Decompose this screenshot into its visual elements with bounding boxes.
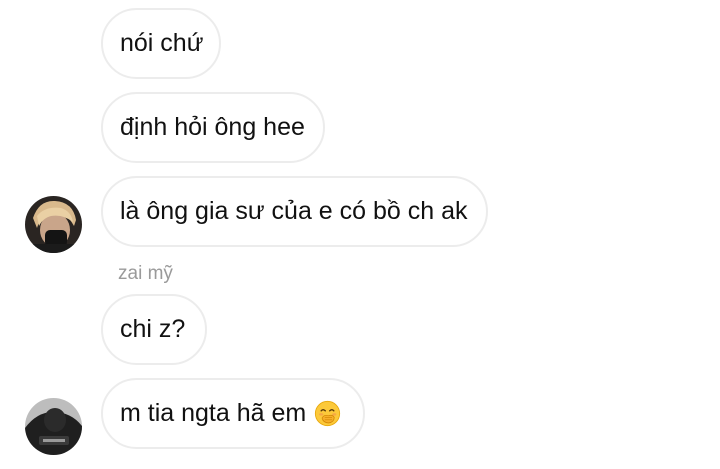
sender-name: zai mỹ (118, 263, 173, 284)
message-bubble[interactable]: định hỏi ông hee (101, 92, 325, 163)
message-text: m tia ngta hã em (120, 399, 307, 427)
message-bubble[interactable]: nói chứ (101, 8, 221, 79)
message-bubble[interactable]: là ông gia sư của e có bồ ch ak (101, 176, 488, 247)
message-text: nói chứ (120, 29, 204, 57)
message-text: là ông gia sư của e có bồ ch ak (120, 197, 468, 225)
message-text: chi z? (120, 315, 186, 343)
message-bubble[interactable]: m tia ngta hã em (101, 378, 365, 449)
hand-over-mouth-face-icon (314, 400, 341, 427)
message-bubble[interactable]: chi z? (101, 294, 207, 365)
chat-thread: nói chứ định hỏi ông hee là ông gia sư c… (0, 0, 720, 469)
avatar[interactable] (25, 398, 82, 455)
message-text: định hỏi ông hee (120, 113, 305, 141)
avatar[interactable] (25, 196, 82, 253)
